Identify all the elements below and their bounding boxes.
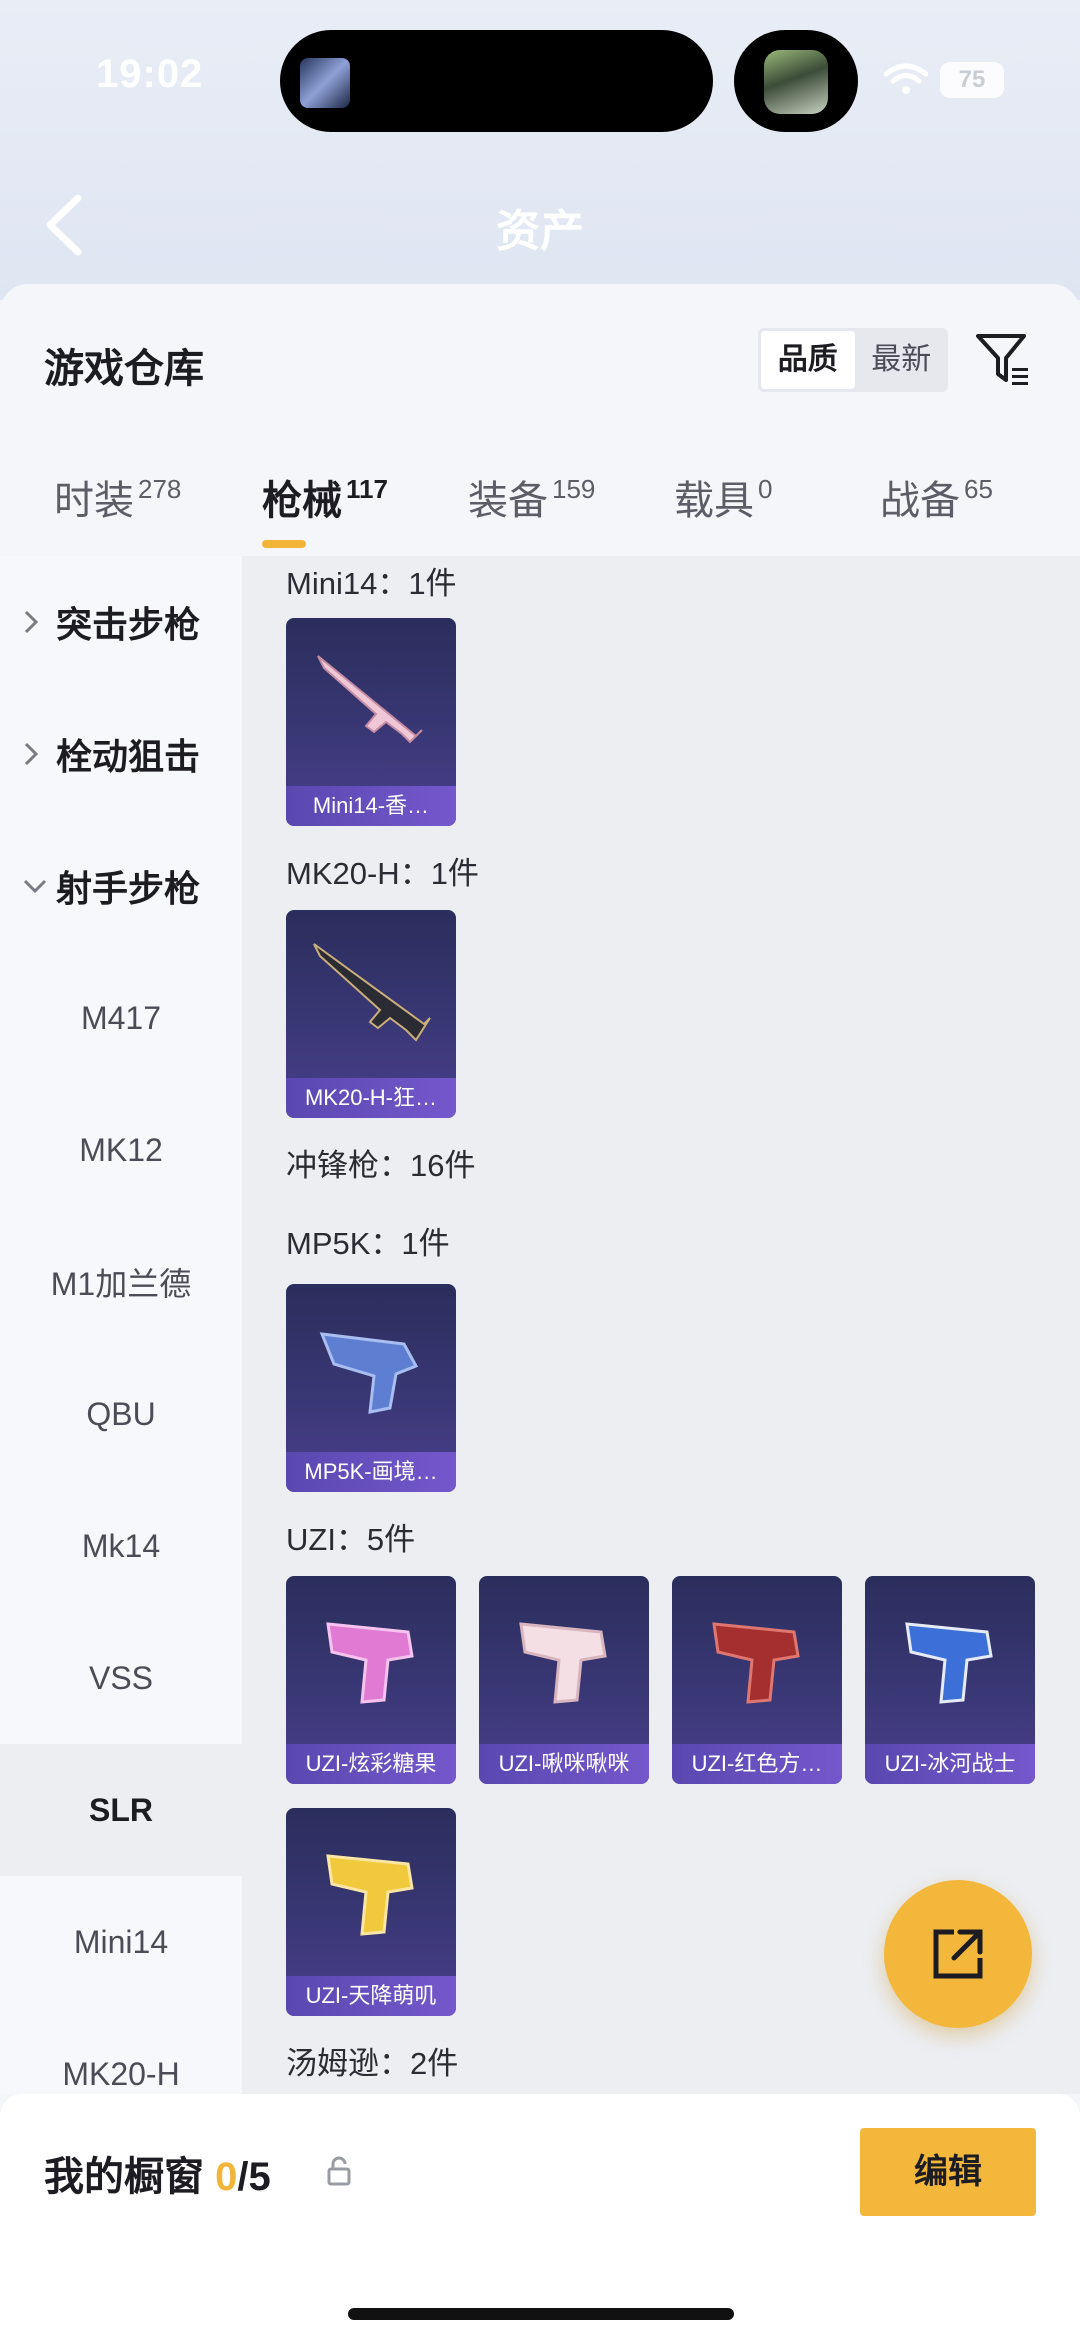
smg-icon <box>319 1332 419 1414</box>
tab-label: 载具 <box>674 479 754 523</box>
tab-count: 159 <box>552 474 596 504</box>
edit-button[interactable]: 编辑 <box>860 2128 1036 2216</box>
smg-icon <box>326 1854 414 1936</box>
section-title: 冲锋枪：16件 <box>286 1148 476 1183</box>
tab-label: 时装 <box>54 479 134 523</box>
item-card-label: UZI-冰河战士 <box>865 1744 1035 1784</box>
sidebar-item-m417[interactable]: M417 <box>0 952 242 1084</box>
section-title: MK20-H：1件 <box>286 856 479 891</box>
tab-count: 117 <box>346 474 388 504</box>
sidebar-group-label: 栓动狙击 <box>56 736 201 777</box>
wifi-icon <box>884 63 928 94</box>
weapon-sidebar: 突击步枪 栓动狙击 射手步枪 M417 MK12 M1加兰德 QBU Mk14 … <box>0 556 242 2094</box>
item-card[interactable]: UZI-冰河战士 <box>865 1576 1035 1784</box>
tab-label: 装备 <box>468 479 548 523</box>
share-icon <box>933 1929 983 1979</box>
sidebar-item-mini14[interactable]: Mini14 <box>0 1876 242 2008</box>
sidebar-group-assault-rifle[interactable]: 突击步枪 <box>0 556 242 688</box>
sidebar-item-mk20h[interactable]: MK20-H <box>0 2008 242 2094</box>
sidebar-item-vss[interactable]: VSS <box>0 1612 242 1744</box>
tab-count: 0 <box>758 474 773 504</box>
sidebar-item-mk12[interactable]: MK12 <box>0 1084 242 1216</box>
tab-firearms[interactable]: 枪械 117 <box>262 468 388 568</box>
tab-costume[interactable]: 时装 278 <box>54 468 181 568</box>
sidebar-item-slr[interactable]: SLR <box>0 1744 242 1876</box>
showcase-current-count: 0 <box>215 2155 238 2199</box>
island-avatar-icon <box>764 50 828 114</box>
sidebar-item-m1-garand[interactable]: M1加兰德 <box>0 1216 242 1348</box>
section-title: MP5K：1件 <box>286 1226 450 1261</box>
showcase-label: 我的橱窗 0/5 <box>44 2144 271 2202</box>
weapon-grid: Mini14：1件 Mini14-香… MK20-H：1件 MK20-H-狂… … <box>242 556 1080 2094</box>
item-card[interactable]: Mini14-香… <box>286 618 456 826</box>
item-card[interactable]: UZI-炫彩糖果 <box>286 1576 456 1784</box>
item-card-label: Mini14-香… <box>286 786 456 826</box>
chevron-down-icon <box>23 879 47 894</box>
showcase-total: /5 <box>237 2155 271 2199</box>
sidebar-group-label: 突击步枪 <box>56 604 201 645</box>
sort-quality-button[interactable]: 品质 <box>761 331 855 389</box>
filter-icon[interactable] <box>974 330 1032 388</box>
item-card-label: UZI-炫彩糖果 <box>286 1744 456 1784</box>
smg-icon <box>326 1622 414 1704</box>
sort-toggle: 品质 最新 <box>758 328 948 392</box>
item-card[interactable]: MK20-H-狂… <box>286 910 456 1118</box>
item-card[interactable]: UZI-天降萌叽 <box>286 1808 456 2016</box>
tab-count: 278 <box>138 474 182 504</box>
tab-count: 65 <box>964 474 993 504</box>
smg-icon <box>905 1622 993 1704</box>
tab-label: 枪械 <box>262 479 342 523</box>
nav-title: 资产 <box>496 207 584 256</box>
chevron-right-icon <box>24 742 39 766</box>
section-title: Mini14：1件 <box>286 566 457 601</box>
sidebar-item-qbu[interactable]: QBU <box>0 1348 242 1480</box>
page-title: 游戏仓库 <box>44 347 204 391</box>
chevron-right-icon <box>24 610 39 634</box>
item-card-label: UZI-啾咪啾咪 <box>479 1744 649 1784</box>
showcase-title: 我的橱窗 <box>44 2155 204 2199</box>
battery-indicator: 75 <box>940 62 1004 98</box>
smg-icon <box>712 1622 800 1704</box>
sidebar-group-marksman[interactable]: 射手步枪 <box>0 820 242 952</box>
sidebar-group-label: 射手步枪 <box>56 868 201 909</box>
sidebar-item-mk14[interactable]: Mk14 <box>0 1480 242 1612</box>
tab-label: 战备 <box>880 479 960 523</box>
tab-supplies[interactable]: 战备 65 <box>880 468 993 568</box>
item-card[interactable]: MP5K-画境… <box>286 1284 456 1492</box>
tab-vehicles[interactable]: 载具 0 <box>674 468 772 568</box>
home-indicator <box>348 2308 734 2320</box>
section-title: 汤姆逊：2件 <box>286 2046 459 2081</box>
item-card[interactable]: UZI-红色方… <box>672 1576 842 1784</box>
item-card-label: UZI-天降萌叽 <box>286 1976 456 2016</box>
category-tabs: 时装 278 枪械 117 装备 159 载具 0 战备 65 <box>0 468 1080 568</box>
smg-icon <box>519 1622 607 1704</box>
item-card[interactable]: UZI-啾咪啾咪 <box>479 1576 649 1784</box>
item-card-label: MP5K-画境… <box>286 1452 456 1492</box>
status-time: 19:02 <box>96 52 204 96</box>
rifle-icon <box>317 655 423 744</box>
tab-equipment[interactable]: 装备 159 <box>468 468 595 568</box>
lock-icon <box>327 2156 351 2186</box>
sidebar-group-bolt-sniper[interactable]: 栓动狙击 <box>0 688 242 820</box>
rifle-icon <box>313 943 431 1042</box>
showcase-bar: 我的橱窗 0/5 编辑 <box>0 2094 1080 2341</box>
item-card-label: MK20-H-狂… <box>286 1078 456 1118</box>
tab-active-indicator <box>262 540 306 548</box>
sort-newest-button[interactable]: 最新 <box>855 328 949 392</box>
share-button[interactable] <box>884 1880 1032 2028</box>
section-title: UZI：5件 <box>286 1522 416 1557</box>
island-app-icon <box>300 58 350 108</box>
item-card-label: UZI-红色方… <box>672 1744 842 1784</box>
